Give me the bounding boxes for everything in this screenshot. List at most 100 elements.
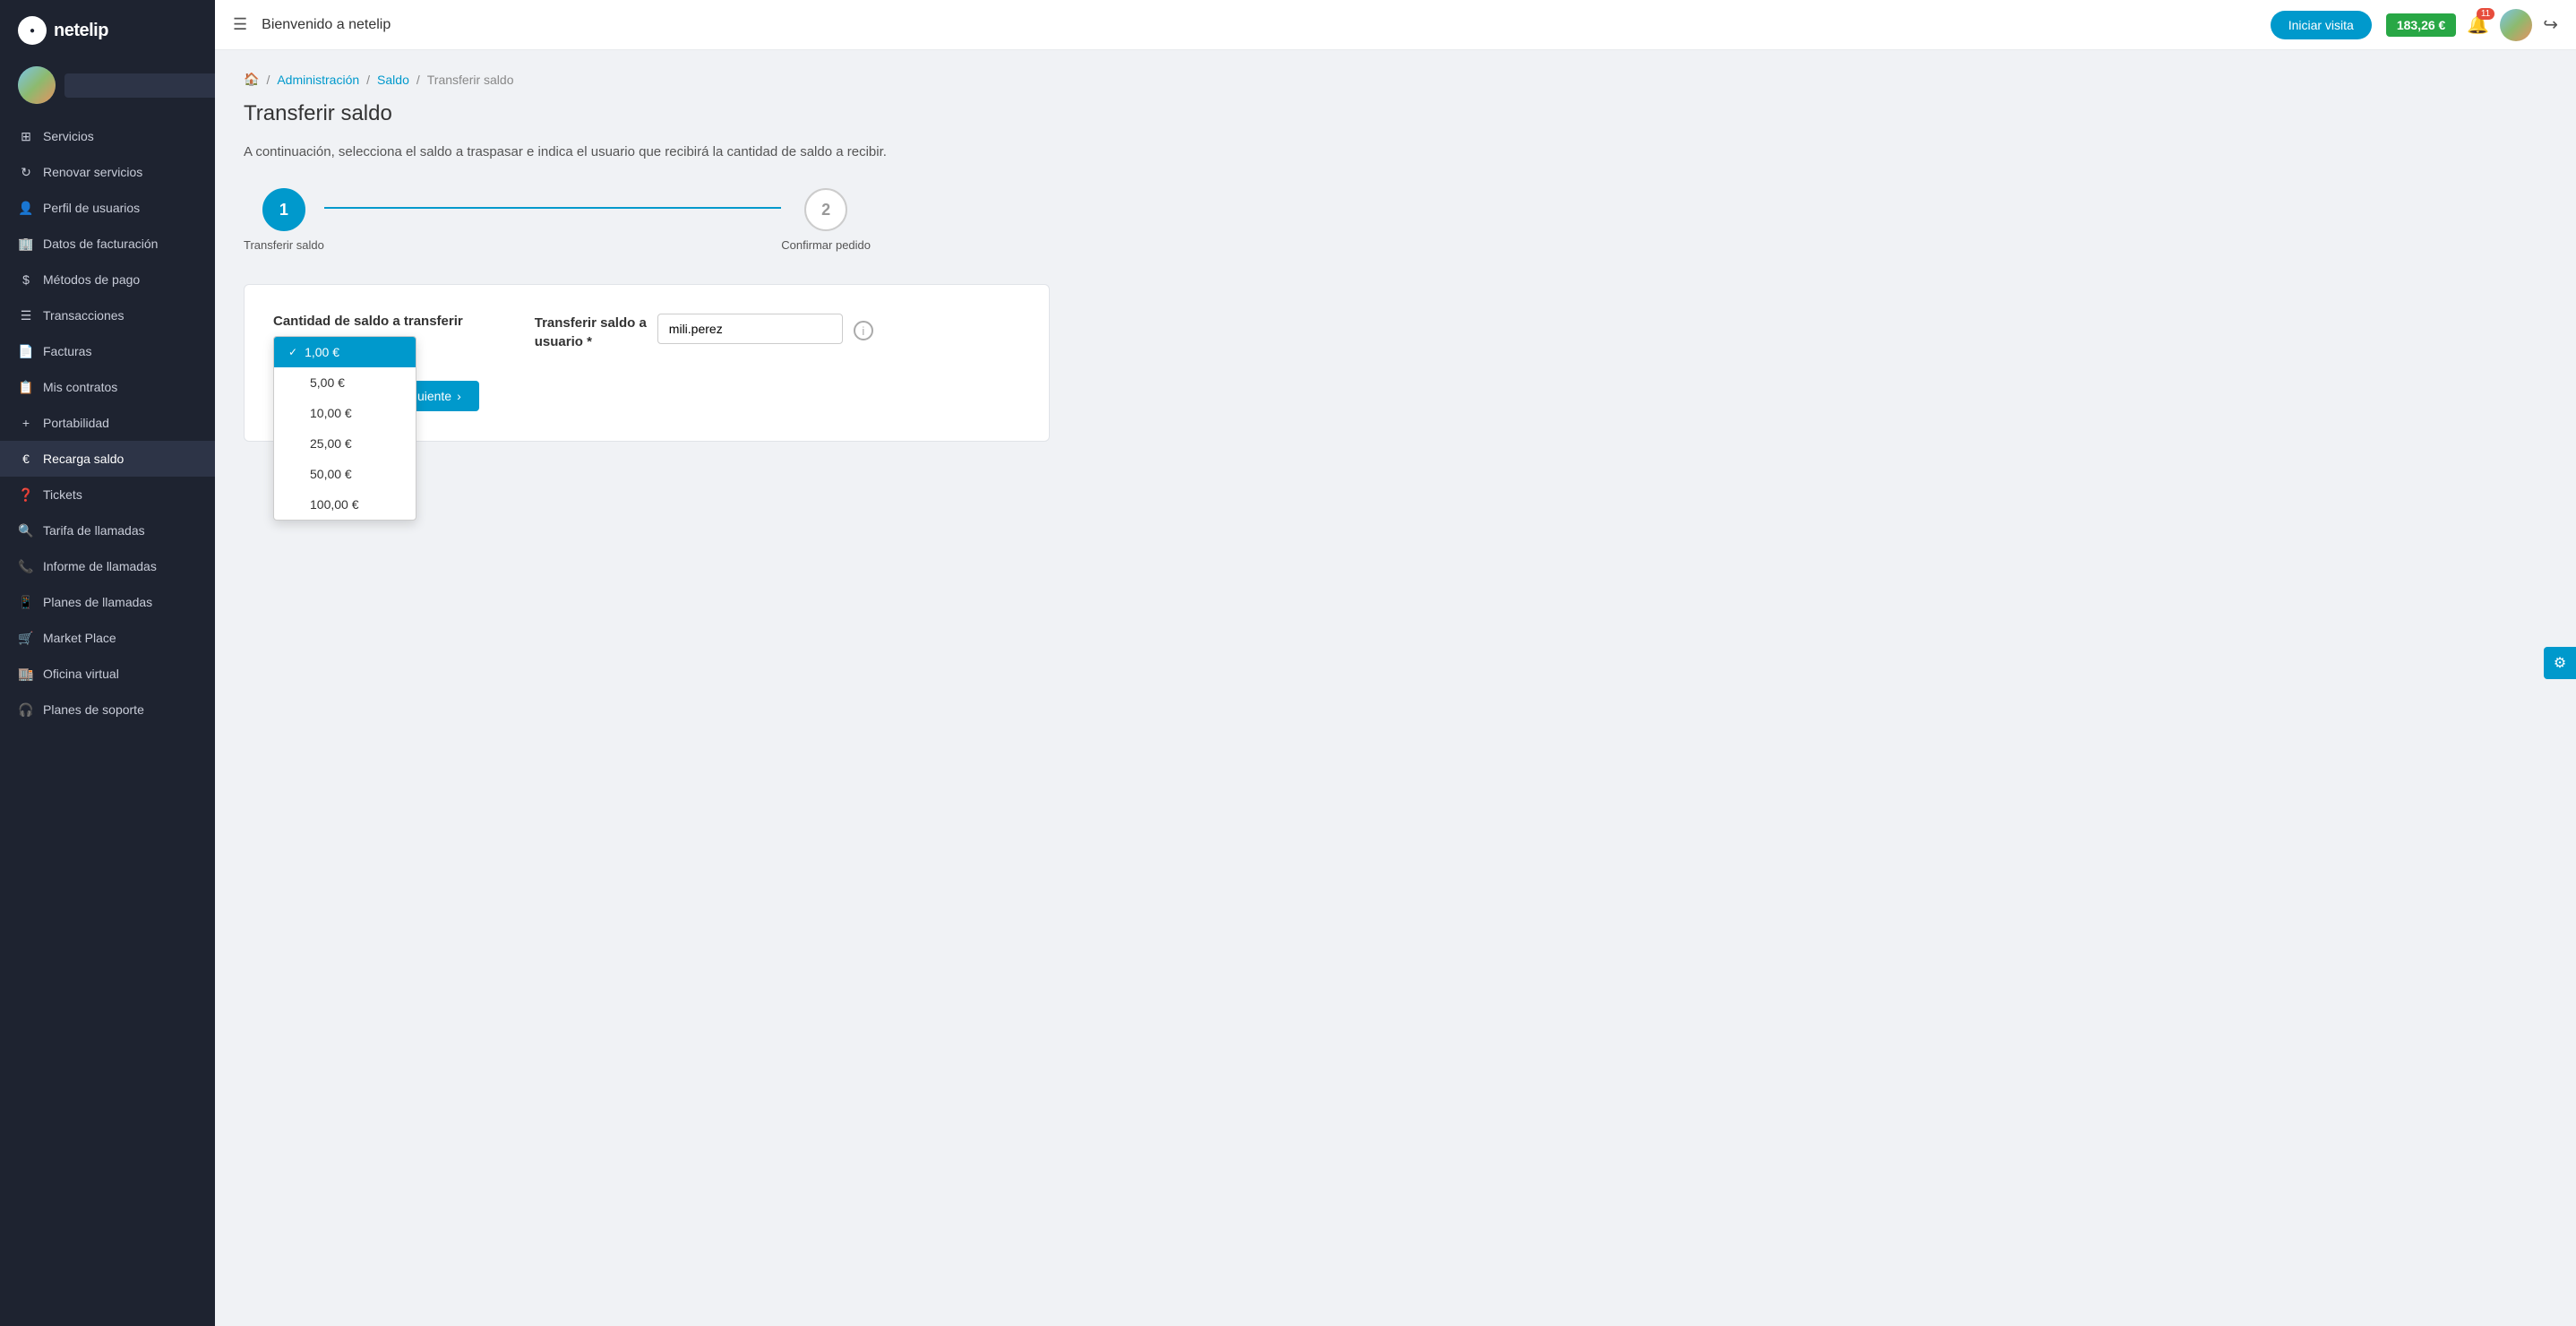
sidebar-item-label: Mis contratos	[43, 380, 117, 394]
topbar-avatar[interactable]	[2500, 9, 2532, 41]
sidebar-item-metodos[interactable]: $ Métodos de pago	[0, 262, 215, 297]
topbar: ☰ Bienvenido a netelip Iniciar visita 18…	[215, 0, 2576, 50]
avatar[interactable]	[18, 66, 56, 104]
sidebar-item-label: Planes de soporte	[43, 702, 144, 717]
option-label: 1,00 €	[305, 345, 339, 359]
building2-icon: 🏬	[18, 666, 34, 682]
chevron-right-icon: ›	[457, 389, 461, 403]
sidebar-item-servicios[interactable]: ⊞Servicios	[0, 118, 215, 154]
sidebar-item-planes[interactable]: 📱 Planes de llamadas	[0, 584, 215, 620]
form-row: Cantidad de saldo a transferir ✓1,00 €5,…	[273, 314, 1020, 351]
circle-q-icon: ❓	[18, 486, 34, 503]
sidebar-item-tarifa[interactable]: 🔍Tarifa de llamadas	[0, 512, 215, 548]
step1-circle: 1	[262, 188, 305, 231]
dropdown-option[interactable]: ✓ 1,00 €	[274, 337, 416, 367]
option-label: 25,00 €	[310, 436, 352, 451]
sidebar-item-facturas[interactable]: 📄Facturas	[0, 333, 215, 369]
sidebar: ● netelip ⊞Servicios ↻ Renovar servicios 👤P…	[0, 0, 215, 1326]
breadcrumb-sep3: /	[416, 73, 420, 87]
sidebar-item-contratos[interactable]: 📋Mis contratos	[0, 369, 215, 405]
step2-label: Confirmar pedido	[781, 238, 871, 252]
sidebar-item-recarga[interactable]: €Recarga saldo	[0, 441, 215, 477]
building-icon: 🏢	[18, 236, 34, 252]
dropdown-option[interactable]: 100,00 €	[274, 489, 416, 520]
iniciar-visita-button[interactable]: Iniciar visita	[2271, 11, 2372, 39]
sidebar-nav: ⊞Servicios ↻ Renovar servicios 👤Perfil de u…	[0, 118, 215, 1326]
breadcrumb-home[interactable]: 🏠	[244, 72, 259, 87]
main-container: ☰ Bienvenido a netelip Iniciar visita 18…	[215, 0, 2576, 1326]
option-label: 100,00 €	[310, 497, 359, 512]
info-icon[interactable]: i	[854, 321, 873, 340]
topbar-right: 183,26 € 🔔 11 ↪	[2386, 9, 2558, 41]
stepper: 1 Transferir saldo 2 Confirmar pedido	[244, 188, 871, 252]
topbar-title: Bienvenido a netelip	[262, 17, 2256, 33]
check-icon: ✓	[288, 346, 297, 358]
breadcrumb-saldo[interactable]: Saldo	[377, 73, 409, 87]
step-2: 2 Confirmar pedido	[781, 188, 871, 252]
dropdown-option[interactable]: 50,00 €	[274, 459, 416, 489]
logo-text: netelip	[54, 21, 108, 41]
sidebar-item-label: Informe de llamadas	[43, 559, 157, 573]
dropdown-option[interactable]: 25,00 €	[274, 428, 416, 459]
sidebar-item-perfil[interactable]: 👤Perfil de usuarios	[0, 190, 215, 226]
sidebar-item-label: Planes de llamadas	[43, 595, 152, 609]
option-label: 10,00 €	[310, 406, 352, 420]
content-area: 🏠 / Administración / Saldo / Transferir …	[215, 50, 2576, 1326]
sidebar-item-oficina[interactable]: 🏬 Oficina virtual	[0, 656, 215, 692]
dropdown-menu[interactable]: ✓ 1,00 € 5,00 € 10,00 € 25,00 € 50,00 € 100,00…	[273, 336, 416, 521]
logo-icon: ●	[18, 16, 47, 45]
sidebar-item-label: Servicios	[43, 129, 94, 143]
balance-badge: 183,26 €	[2386, 13, 2457, 37]
sidebar-item-label: Renovar servicios	[43, 165, 142, 179]
logout-icon[interactable]: ↪	[2543, 13, 2558, 36]
phone2-icon: 📱	[18, 594, 34, 610]
page-description: A continuación, selecciona el saldo a tr…	[244, 144, 2547, 159]
breadcrumb: 🏠 / Administración / Saldo / Transferir …	[244, 72, 2547, 87]
logo-area: ● netelip	[0, 0, 215, 57]
form-card: Cantidad de saldo a transferir ✓ 1,00 € 5,…	[244, 284, 1050, 442]
breadcrumb-sep2: /	[366, 73, 370, 87]
dropdown-option[interactable]: 10,00 €	[274, 398, 416, 428]
step2-number: 2	[821, 201, 830, 220]
transfer-label: Transferir saldo a usuario *	[535, 315, 647, 349]
sidebar-item-soporte[interactable]: 🎧Planes de soporte	[0, 692, 215, 728]
sidebar-item-facturacion[interactable]: 🏢 Datos de facturación	[0, 226, 215, 262]
sidebar-item-label: Métodos de pago	[43, 272, 140, 287]
shop-icon: 🛒	[18, 630, 34, 646]
dropdown-option[interactable]: 5,00 €	[274, 367, 416, 398]
sidebar-item-label: Market Place	[43, 631, 116, 645]
sidebar-item-transacciones[interactable]: ☰Transacciones	[0, 297, 215, 333]
transfer-user-group: Transferir saldo a usuario * i	[535, 314, 873, 351]
notifications-button[interactable]: 🔔 11	[2467, 13, 2489, 36]
breadcrumb-sep1: /	[266, 73, 270, 87]
sidebar-item-label: Oficina virtual	[43, 667, 119, 681]
dollar-icon: $	[18, 271, 34, 288]
sidebar-item-label: Transacciones	[43, 308, 125, 323]
step1-number: 1	[279, 201, 288, 220]
sidebar-item-label: Tickets	[43, 487, 82, 502]
sidebar-item-marketplace[interactable]: 🛒 Market Place	[0, 620, 215, 656]
refresh-icon: ↻	[18, 164, 34, 180]
file-icon: 📄	[18, 343, 34, 359]
cantidad-label: Cantidad de saldo a transferir	[273, 314, 463, 329]
breadcrumb-admin[interactable]: Administración	[277, 73, 359, 87]
cantidad-group: Cantidad de saldo a transferir ✓1,00 €5,…	[273, 314, 463, 336]
sidebar-item-label: Perfil de usuarios	[43, 201, 140, 215]
sidebar-item-label: Datos de facturación	[43, 237, 158, 251]
sidebar-item-renovar[interactable]: ↻ Renovar servicios	[0, 154, 215, 190]
search-input[interactable]	[64, 73, 215, 98]
user-input[interactable]	[657, 314, 843, 344]
step1-label: Transferir saldo	[244, 238, 324, 252]
sidebar-item-informe[interactable]: 📞 Informe de llamadas	[0, 548, 215, 584]
phone-icon: 📞	[18, 558, 34, 574]
sidebar-profile	[0, 57, 215, 118]
transfer-user-section: Transferir saldo a usuario * i	[535, 314, 873, 351]
settings-cog-button[interactable]: ⚙	[2544, 647, 2576, 679]
sidebar-item-label: Recarga saldo	[43, 452, 124, 466]
step-1: 1 Transferir saldo	[244, 188, 324, 252]
sidebar-item-tickets[interactable]: ❓ Tickets	[0, 477, 215, 512]
sidebar-item-portabilidad[interactable]: +Portabilidad	[0, 405, 215, 441]
sidebar-item-label: Portabilidad	[43, 416, 109, 430]
hamburger-button[interactable]: ☰	[233, 15, 247, 34]
sidebar-item-label: Tarifa de llamadas	[43, 523, 145, 538]
